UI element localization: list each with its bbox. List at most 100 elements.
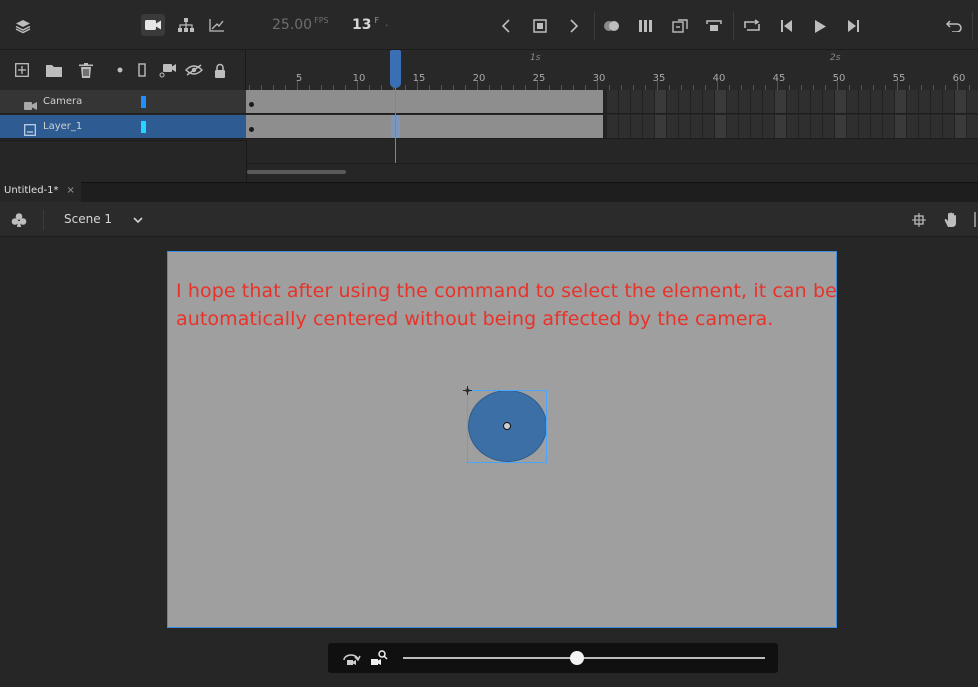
empty-frame-cell[interactable] [750,115,762,138]
keyframe-dot[interactable] [249,127,254,132]
empty-frame-cell[interactable] [714,115,726,138]
empty-frame-cell[interactable] [822,115,834,138]
chevron-right-icon[interactable] [564,15,584,37]
frame-value[interactable]: 13 [352,17,371,33]
edit-symbols-club-icon[interactable] [8,210,30,230]
frame-span[interactable] [246,90,605,113]
timeline-horizontal-scrollbar[interactable] [247,170,346,174]
empty-frame-cell[interactable] [966,90,978,113]
empty-frame-cell[interactable] [654,90,666,113]
overflow-edge-icon[interactable] [974,212,978,227]
empty-frame-cell[interactable] [822,90,834,113]
edit-multiple-frames-icon[interactable] [634,15,658,37]
empty-frame-cell[interactable] [834,90,846,113]
empty-frame-cell[interactable] [606,115,618,138]
frames-row-camera[interactable] [246,90,978,114]
empty-frame-cell[interactable] [690,115,702,138]
show-hide-eye-icon[interactable] [183,60,205,80]
keyframe-dot[interactable] [249,102,254,107]
empty-frame-cell[interactable] [798,115,810,138]
empty-frame-cell[interactable] [918,90,930,113]
empty-frame-cell[interactable] [942,90,954,113]
undo-icon[interactable] [942,15,966,37]
hand-rotate-icon[interactable] [939,209,963,231]
empty-frame-cell[interactable] [654,115,666,138]
loop-icon[interactable] [740,15,764,37]
insert-shape-tween-icon[interactable] [702,15,726,37]
empty-frame-cell[interactable] [894,115,906,138]
stage-text-line-1[interactable]: I hope that after using the command to s… [176,277,876,305]
camera-tool-icon[interactable] [141,14,165,36]
empty-frame-cell[interactable] [966,115,978,138]
empty-frame-cell[interactable] [690,90,702,113]
empty-frame-cell[interactable] [858,90,870,113]
outline-toggle-icon[interactable] [134,60,150,80]
empty-frame-cell[interactable] [618,115,630,138]
empty-frame-cell[interactable] [774,115,786,138]
layer-parenting-icon[interactable] [174,14,198,36]
empty-frame-cell[interactable] [630,115,642,138]
keyframe-insert-icon[interactable] [530,15,550,37]
empty-frame-cell[interactable] [810,115,822,138]
empty-frame-cell[interactable] [726,90,738,113]
layer-row-camera[interactable]: Camera [0,90,246,114]
layer-color-swatch[interactable] [141,121,146,133]
close-tab-icon[interactable]: × [67,185,75,196]
attach-camera-icon[interactable] [157,59,179,81]
graph-icon[interactable] [205,14,229,36]
empty-frame-cell[interactable] [630,90,642,113]
empty-frame-cell[interactable] [846,90,858,113]
empty-frame-cell[interactable] [762,115,774,138]
chevron-left-icon[interactable] [496,15,516,37]
frame-span[interactable] [246,115,605,138]
empty-frame-cell[interactable] [714,90,726,113]
layer-row-layer-1[interactable]: Layer_1 [0,115,246,139]
timeline-ruler[interactable]: 5 10 15 20 25 30 35 40 45 50 55 60 1s 2s [246,50,978,90]
layers-icon[interactable] [12,15,34,37]
camera-zoom-slider-track[interactable] [403,657,765,659]
step-back-icon[interactable] [775,15,799,37]
empty-frame-cell[interactable] [702,115,714,138]
fps-value[interactable]: 25.00 [272,17,312,33]
scene-name-label[interactable]: Scene 1 [64,212,112,226]
layer-color-swatch[interactable] [141,96,146,108]
frames-row-layer-1[interactable] [246,115,978,139]
document-tab-label[interactable]: Untitled-1* [4,185,59,196]
onion-skin-icon[interactable] [600,15,624,37]
empty-frame-cell[interactable] [834,115,846,138]
empty-frame-cell[interactable] [894,90,906,113]
empty-frame-cell[interactable] [702,90,714,113]
empty-frame-cell[interactable] [738,115,750,138]
delete-layer-icon[interactable] [76,60,96,80]
empty-frame-cell[interactable] [846,115,858,138]
insert-classic-tween-icon[interactable] [668,15,692,37]
empty-frame-cell[interactable] [906,90,918,113]
empty-frame-cell[interactable] [678,90,690,113]
empty-frame-cell[interactable] [786,90,798,113]
empty-frame-cell[interactable] [666,115,678,138]
empty-frame-cell[interactable] [774,90,786,113]
transform-point-icon[interactable] [503,422,511,430]
lock-icon[interactable] [210,59,230,81]
highlight-layer-dot-icon[interactable] [112,62,128,78]
empty-frame-cell[interactable] [618,90,630,113]
layer-name-layer-1[interactable]: Layer_1 [43,121,82,132]
empty-frame-cell[interactable] [930,90,942,113]
fps-readout[interactable]: 25.00 FPS [272,16,329,33]
center-stage-icon[interactable] [909,210,929,230]
stage-text-block[interactable]: I hope that after using the command to s… [176,277,876,333]
empty-frame-cell[interactable] [942,115,954,138]
empty-frame-cell[interactable] [906,115,918,138]
camera-rotate-icon[interactable] [340,649,362,667]
empty-frame-cell[interactable] [930,115,942,138]
step-forward-icon[interactable] [841,15,865,37]
empty-frame-cell[interactable] [918,115,930,138]
layer-name-camera[interactable]: Camera [43,96,82,107]
empty-frame-cell[interactable] [870,90,882,113]
empty-frame-cell[interactable] [786,115,798,138]
play-icon[interactable] [808,15,832,37]
empty-frame-cell[interactable] [798,90,810,113]
camera-zoom-icon[interactable] [368,648,390,668]
empty-frame-cell[interactable] [882,115,894,138]
camera-zoom-slider-handle[interactable] [569,651,584,665]
